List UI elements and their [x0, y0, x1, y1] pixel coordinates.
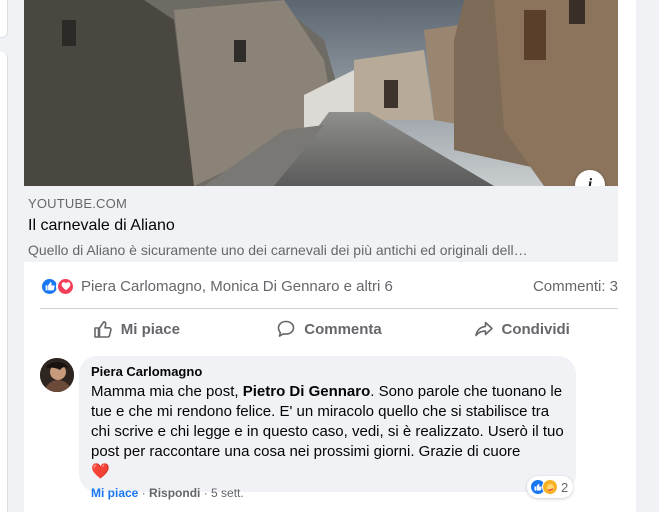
link-domain: YOUTUBE.COM — [28, 196, 127, 211]
adjacent-panel-edge — [0, 52, 8, 512]
adjacent-panel-edge — [0, 0, 8, 38]
post-actions: Mi piace Commenta Condividi — [40, 312, 618, 346]
divider — [40, 308, 618, 309]
comment-button[interactable]: Commenta — [233, 312, 426, 346]
post-card: i YOUTUBE.COM Il carnevale di Aliano Que… — [24, 0, 636, 512]
separator: · — [138, 486, 150, 500]
comment-icon — [277, 320, 295, 337]
comment-footer: Mi piace · Rispondi · 5 sett. — [91, 486, 244, 500]
link-preview-meta[interactable]: YOUTUBE.COM Il carnevale di Aliano Quell… — [24, 186, 618, 262]
comment-reaction-count: 2 — [561, 479, 569, 495]
reactors-names[interactable]: Piera Carlomagno, Monica Di Gennaro e al… — [81, 278, 393, 295]
comment-button-label: Commenta — [304, 320, 382, 338]
avatar-photo — [40, 358, 74, 392]
comment-timestamp[interactable]: 5 sett. — [211, 486, 244, 500]
heart-emoji: ❤️ — [91, 463, 110, 480]
comment-text: Mamma mia che post, Pietro Di Gennaro. S… — [91, 382, 564, 482]
share-button-label: Condividi — [501, 320, 570, 338]
share-icon — [474, 321, 493, 337]
comment-text-part: Mamma mia che post, — [91, 383, 243, 400]
comment-author[interactable]: Piera Carlomagno — [91, 364, 564, 379]
like-button-label: Mi piace — [120, 320, 180, 338]
avatar[interactable] — [40, 358, 74, 392]
thumbs-up-icon — [93, 321, 112, 338]
love-icon — [56, 276, 75, 296]
comment-bubble: Piera Carlomagno Mamma mia che post, Pie… — [79, 356, 576, 492]
comment-reactions[interactable]: 2 — [527, 476, 574, 498]
comments-count[interactable]: Commenti: 3 — [533, 278, 618, 295]
link-preview-image[interactable] — [24, 0, 618, 186]
separator: · — [200, 486, 212, 500]
care-icon — [542, 479, 558, 495]
divider — [40, 350, 618, 351]
comment-mention[interactable]: Pietro Di Gennaro — [243, 383, 371, 400]
link-title[interactable]: Il carnevale di Aliano — [28, 217, 602, 235]
comment-reply-link[interactable]: Rispondi — [149, 486, 200, 500]
village-street-picture — [24, 0, 618, 186]
reaction-icons[interactable] — [40, 276, 75, 296]
like-button[interactable]: Mi piace — [40, 312, 233, 346]
reactions-summary: Piera Carlomagno, Monica Di Gennaro e al… — [40, 274, 618, 298]
link-description: Quello di Aliano è sicuramente uno dei c… — [28, 242, 528, 258]
share-button[interactable]: Condividi — [425, 312, 618, 346]
comment-like-link[interactable]: Mi piace — [91, 486, 138, 500]
